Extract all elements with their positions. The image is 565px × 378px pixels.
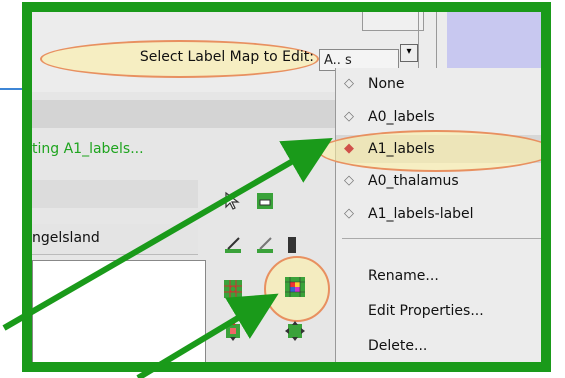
radio-diamond-icon: ◇ <box>344 109 354 124</box>
menu-item-a0-thalamus[interactable]: ◇ A0_thalamus <box>336 167 541 195</box>
grid-expand-icon[interactable] <box>222 320 244 342</box>
radio-diamond-icon: ◇ <box>344 173 354 188</box>
chevron-down-icon: ▾ <box>406 46 412 57</box>
top-box <box>362 12 424 31</box>
eraser-icon[interactable] <box>254 190 276 212</box>
status-text: ting A1_labels... <box>32 141 144 157</box>
menu-item-a0-labels[interactable]: ◇ A0_labels <box>336 103 541 131</box>
grid-color-icon[interactable] <box>284 276 306 298</box>
preview-panel <box>32 260 206 362</box>
zoom-frame: Select Label Map to Edit: A.. s ▾ ting A… <box>22 2 551 372</box>
menu-item-a1-labels-label[interactable]: ◇ A1_labels-label <box>336 200 541 228</box>
menu-item-a1-labels[interactable]: ◆ A1_labels <box>336 135 541 163</box>
partial-icon[interactable] <box>286 234 296 256</box>
select-label-map-label: Select Label Map to Edit: <box>139 49 314 65</box>
grid-move-icon[interactable] <box>284 320 306 342</box>
menu-item-rename[interactable]: Rename... <box>336 262 541 290</box>
radio-diamond-selected-icon: ◆ <box>344 141 354 156</box>
name-field-text: ngelsland <box>32 230 100 246</box>
radio-diamond-icon: ◇ <box>344 76 354 91</box>
grid-dot-icon[interactable] <box>222 278 244 300</box>
name-field-empty[interactable] <box>32 180 198 208</box>
label-map-menu: ◇ None ◇ A0_labels ◆ A1_labels ◇ A0_thal… <box>318 68 541 362</box>
section-header <box>32 100 352 128</box>
paint-brush-icon[interactable] <box>222 234 244 256</box>
menu-item-delete[interactable]: Delete... <box>336 332 541 360</box>
arrow-pointer-icon[interactable] <box>222 190 244 212</box>
menu-separator <box>342 238 541 239</box>
radio-diamond-icon: ◇ <box>344 206 354 221</box>
combo-dropdown-button[interactable]: ▾ <box>400 44 418 62</box>
pencil-icon[interactable] <box>254 234 276 256</box>
menu-item-edit-properties[interactable]: Edit Properties... <box>336 297 541 325</box>
menu-item-none[interactable]: ◇ None <box>336 70 541 98</box>
